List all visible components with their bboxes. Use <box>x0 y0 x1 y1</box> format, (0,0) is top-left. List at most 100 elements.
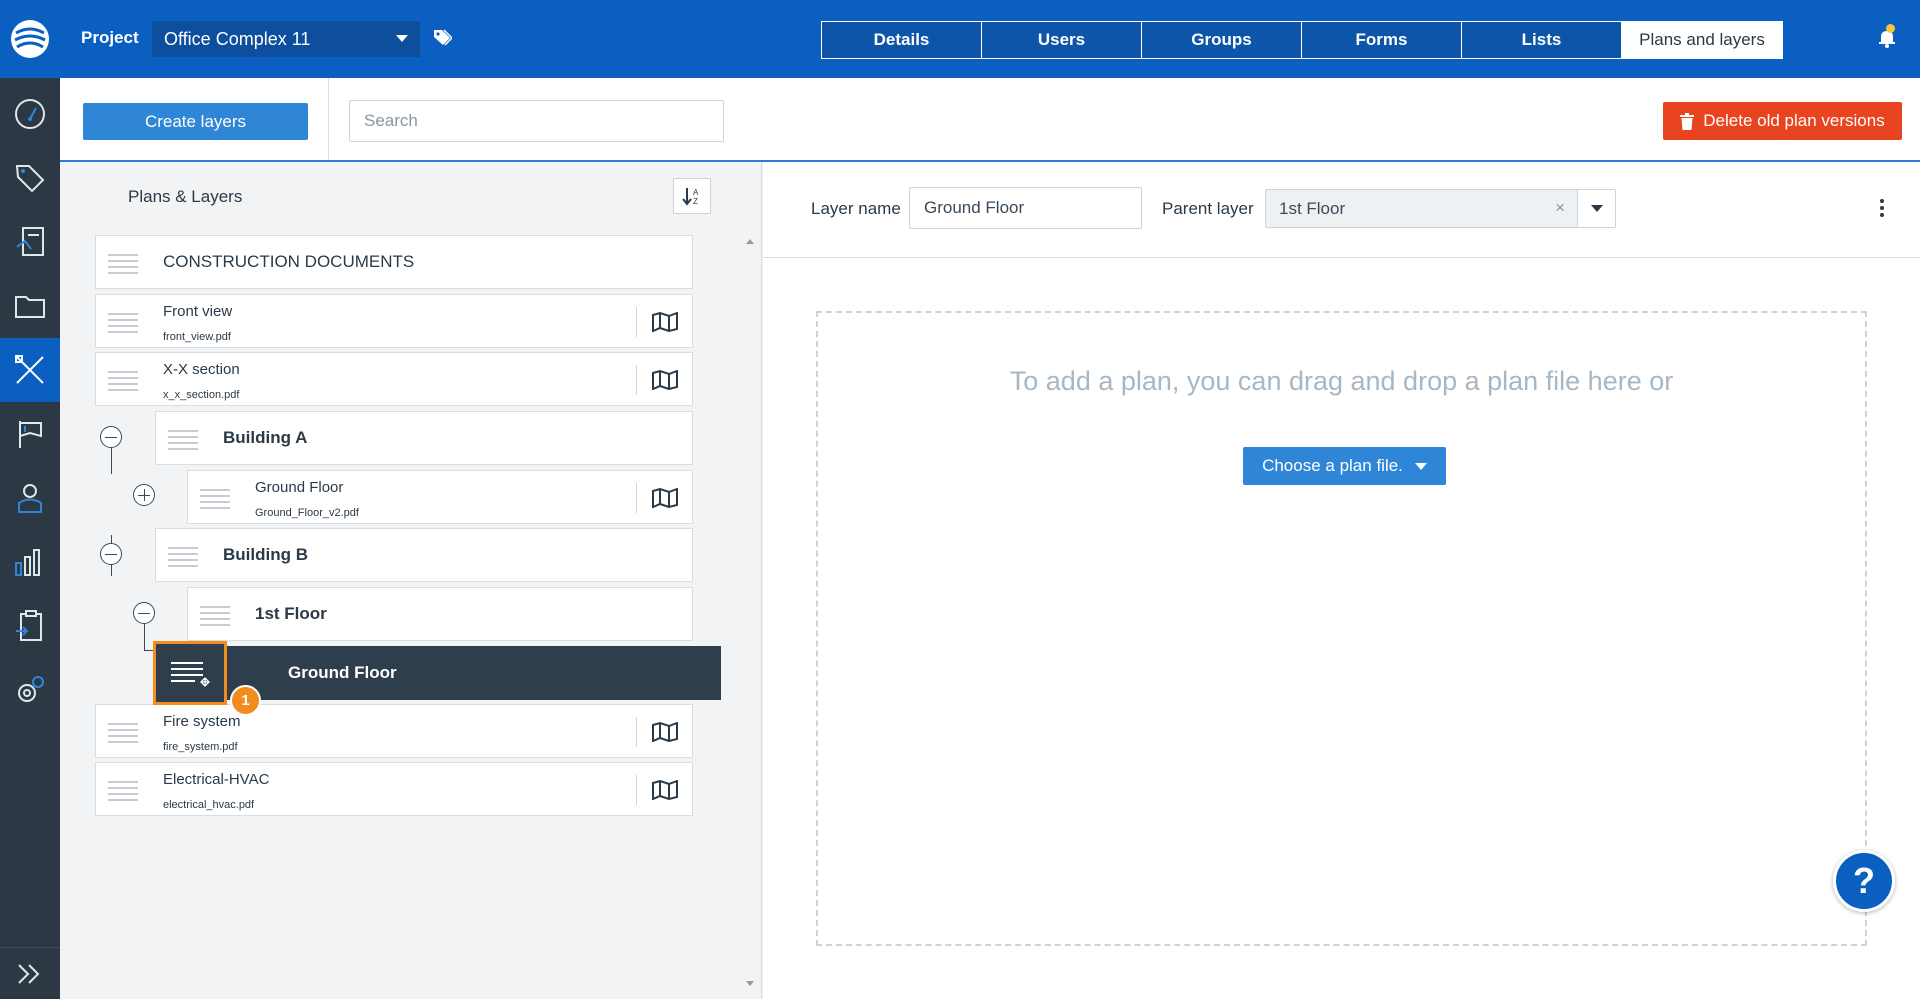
expand-toggle-icon[interactable] <box>133 484 155 506</box>
layer-name-label: Layer name <box>811 199 901 218</box>
step-badge: 1 <box>230 685 261 716</box>
settings-gear-icon[interactable] <box>0 658 60 722</box>
tree-row-title: X-X section <box>163 361 240 378</box>
layer-detail-panel: Layer name Parent layer 1st Floor × To a… <box>763 162 1920 999</box>
tree-row[interactable]: CONSTRUCTION DOCUMENTS <box>95 235 693 289</box>
drag-handle-icon[interactable] <box>108 313 138 337</box>
tree-row-title: Building A <box>223 428 308 447</box>
drag-handle-highlight[interactable] <box>153 641 227 705</box>
user-icon[interactable] <box>0 466 60 530</box>
map-icon[interactable] <box>636 365 692 395</box>
tab-groups[interactable]: Groups <box>1142 22 1302 58</box>
drag-handle-icon[interactable] <box>200 606 230 630</box>
dropzone-text: To add a plan, you can drag and drop a p… <box>1009 366 1674 396</box>
panel-title: Plans & Layers <box>128 187 243 206</box>
sort-icon: AZ <box>682 188 699 206</box>
toolbar-divider <box>328 78 329 160</box>
clipboard-icon[interactable] <box>0 594 60 658</box>
project-select-value: Office Complex 11 <box>164 29 311 49</box>
choose-plan-file-button[interactable]: Choose a plan file. <box>1243 447 1446 485</box>
dashboard-gauge-icon[interactable] <box>0 82 60 146</box>
scroll-up-arrow[interactable] <box>746 239 754 244</box>
parent-layer-value: 1st Floor <box>1279 199 1346 218</box>
tree-row[interactable]: Electrical-HVAC electrical_hvac.pdf <box>95 762 693 816</box>
top-bar: Project Office Complex 11 Details Users … <box>60 0 1920 78</box>
choose-plan-file-label: Choose a plan file. <box>1262 456 1403 475</box>
tree-row-title: Ground Floor <box>255 479 344 496</box>
tree-row-title: Fire system <box>163 713 241 730</box>
tags-icon[interactable] <box>0 146 60 210</box>
drag-move-icon <box>171 662 210 687</box>
plan-dropzone[interactable]: To add a plan, you can drag and drop a p… <box>816 311 1867 946</box>
tree-row[interactable]: Ground Floor Ground_Floor_v2.pdf <box>187 470 693 524</box>
tree-row-file: front_view.pdf <box>163 331 231 343</box>
tree-row[interactable]: Building A <box>155 411 693 465</box>
help-button[interactable]: ? <box>1833 850 1895 912</box>
chevron-down-icon <box>396 35 408 42</box>
search-input[interactable] <box>349 100 724 142</box>
tree-row[interactable]: Fire system fire_system.pdf <box>95 704 693 758</box>
sort-button[interactable]: AZ <box>673 178 711 214</box>
flag-icon[interactable] <box>0 402 60 466</box>
plans-layers-panel: Plans & Layers AZ CONSTRUCTION DOCUMENTS… <box>60 162 762 999</box>
tree-row-file: fire_system.pdf <box>163 741 238 753</box>
tasks-icon[interactable] <box>0 210 60 274</box>
tree-row[interactable]: 1st Floor <box>187 587 693 641</box>
tree-row[interactable]: X-X section x_x_section.pdf <box>95 352 693 406</box>
project-tags-icon[interactable] <box>432 28 454 53</box>
delete-old-plan-versions-label: Delete old plan versions <box>1703 111 1885 130</box>
tree-row-title: Electrical-HVAC <box>163 771 270 788</box>
parent-layer-label: Parent layer <box>1162 199 1254 218</box>
tab-details[interactable]: Details <box>822 22 982 58</box>
create-layers-button[interactable]: Create layers <box>83 103 308 140</box>
trash-icon <box>1680 112 1695 130</box>
map-icon[interactable] <box>636 717 692 747</box>
tab-users[interactable]: Users <box>982 22 1142 58</box>
tree-row-title: Front view <box>163 303 233 320</box>
clear-icon[interactable]: × <box>1555 198 1565 218</box>
tab-lists[interactable]: Lists <box>1462 22 1622 58</box>
tree-row-title: 1st Floor <box>255 604 327 623</box>
tree-row-file: Ground_Floor_v2.pdf <box>255 507 359 519</box>
svg-text:Z: Z <box>693 197 698 206</box>
more-options-icon[interactable] <box>1880 199 1884 220</box>
main-tabs: Details Users Groups Forms Lists Plans a… <box>821 21 1783 59</box>
reports-chart-icon[interactable] <box>0 530 60 594</box>
parent-layer-select[interactable]: 1st Floor × <box>1265 189 1616 228</box>
tree-row-title: CONSTRUCTION DOCUMENTS <box>163 252 415 271</box>
map-icon[interactable] <box>636 775 692 805</box>
tree-row-title: Ground Floor <box>288 663 397 682</box>
drag-handle-icon[interactable] <box>200 489 230 513</box>
project-label: Project <box>81 28 139 47</box>
folder-icon[interactable] <box>0 274 60 338</box>
tree-row-title: Building B <box>223 545 308 564</box>
map-icon[interactable] <box>636 307 692 337</box>
drag-handle-icon[interactable] <box>108 723 138 747</box>
plans-tools-icon[interactable] <box>0 338 60 402</box>
scroll-down-arrow[interactable] <box>746 981 754 986</box>
expand-chevrons-icon[interactable] <box>0 947 60 999</box>
drag-handle-icon[interactable] <box>108 371 138 395</box>
chevron-down-icon[interactable] <box>1577 190 1615 227</box>
map-icon[interactable] <box>636 483 692 513</box>
collapse-toggle-icon[interactable] <box>100 543 122 565</box>
drag-handle-icon[interactable] <box>168 547 198 571</box>
svg-text:A: A <box>693 188 699 197</box>
layer-name-input[interactable] <box>909 187 1142 229</box>
chevron-down-icon <box>1414 462 1427 470</box>
drag-handle-icon[interactable] <box>108 254 138 278</box>
collapse-toggle-icon[interactable] <box>100 426 122 448</box>
tab-plans-and-layers[interactable]: Plans and layers <box>1622 22 1782 58</box>
collapse-toggle-icon[interactable] <box>133 602 155 624</box>
tree-row-file: electrical_hvac.pdf <box>163 799 255 811</box>
tree-row[interactable]: Front view front_view.pdf <box>95 294 693 348</box>
tab-forms[interactable]: Forms <box>1302 22 1462 58</box>
logo-icon[interactable] <box>0 0 60 78</box>
project-select[interactable]: Office Complex 11 <box>152 21 420 57</box>
drag-handle-icon[interactable] <box>108 781 138 805</box>
delete-old-plan-versions-button[interactable]: Delete old plan versions <box>1663 102 1902 140</box>
tree-row-file: x_x_section.pdf <box>163 389 240 401</box>
left-rail <box>0 0 60 999</box>
drag-handle-icon[interactable] <box>168 430 198 454</box>
tree-row[interactable]: Building B <box>155 528 693 582</box>
